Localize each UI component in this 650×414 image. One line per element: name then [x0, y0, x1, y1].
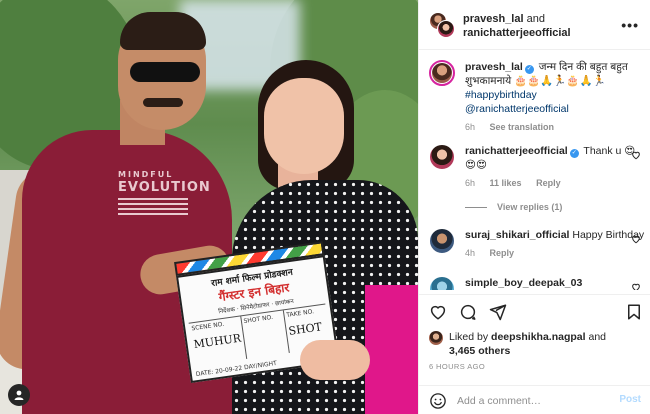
comment-body: ranichatterjeeofficial ✓ Thank u 😍😍😍 6h 1…: [465, 144, 645, 190]
view-replies-label[interactable]: View replies (1): [497, 200, 562, 214]
avatar[interactable]: [429, 331, 443, 345]
comment-username[interactable]: suraj_shikari_official: [465, 229, 569, 241]
collab-avatars[interactable]: [429, 12, 455, 38]
caption: pravesh_lal ✓ जन्म दिन की बहुत बहुत शुभका…: [429, 60, 645, 134]
verified-badge-icon: ✓: [524, 65, 534, 74]
comment-meta: 6h 11 likes Reply: [465, 176, 645, 190]
caption-username[interactable]: pravesh_lal: [465, 61, 523, 73]
comment-time: 4h: [465, 248, 476, 258]
reply-button[interactable]: Reply: [490, 248, 515, 258]
man-hair: [120, 12, 206, 50]
person-icon-glyph: [14, 390, 24, 400]
author-username[interactable]: pravesh_lal: [463, 13, 524, 25]
sunglasses: [130, 62, 200, 82]
comment-icon[interactable]: [459, 303, 477, 321]
post-actions: [419, 294, 650, 328]
comment-body: suraj_shikari_official Happy Birthday 4h…: [465, 228, 645, 260]
post-comment-button[interactable]: Post: [619, 394, 641, 405]
see-translation-button[interactable]: See translation: [490, 122, 555, 132]
comment-username[interactable]: simple_boy_deepak_03: [465, 277, 582, 289]
avatar[interactable]: [429, 144, 455, 170]
woman-hand: [300, 340, 370, 380]
avatar[interactable]: [429, 60, 455, 86]
authors-conjunction: and: [523, 13, 545, 25]
caption-time: 6h: [465, 122, 476, 132]
comment-username[interactable]: ranichatterjeeofficial: [465, 145, 568, 157]
comments-section: pravesh_lal ✓ जन्म दिन की बहुत बहुत शुभका…: [419, 50, 650, 290]
shirt-print: MINDFUL EVOLUTION: [118, 168, 218, 218]
shirt-stripes: [118, 198, 188, 218]
clapboard-cell: SHOT NO.: [240, 310, 290, 359]
avatar[interactable]: [437, 20, 455, 38]
mention-link[interactable]: @ranichatterjeeofficial: [465, 103, 569, 115]
caption-meta: 6h See translation: [465, 120, 645, 134]
hashtag-link[interactable]: #happybirthday: [465, 89, 537, 101]
likes-others-button[interactable]: 3,465 others: [449, 345, 510, 357]
woman-face: [264, 78, 344, 174]
post-authors: pravesh_lal and ranichatterjeeofficial: [463, 12, 571, 40]
add-comment-bar: Post: [419, 385, 650, 414]
smiley-icon[interactable]: [429, 392, 447, 410]
comment-input[interactable]: [457, 392, 607, 410]
comment-item: simple_boy_deepak_03: [429, 276, 645, 290]
likes-conjunction: and: [585, 331, 606, 343]
author-username[interactable]: ranichatterjeeofficial: [463, 27, 571, 39]
verified-badge-icon: ✓: [569, 149, 579, 158]
clapboard-col-label: SHOT NO.: [243, 313, 274, 325]
liker-username[interactable]: deepshikha.nagpal: [491, 331, 586, 343]
comment-likes-button[interactable]: 11 likes: [490, 178, 522, 188]
heart-icon[interactable]: [429, 303, 447, 321]
send-icon[interactable]: [489, 303, 507, 321]
clapboard-cell: SCENE NO. MUHUR: [188, 316, 247, 367]
reply-button[interactable]: Reply: [536, 178, 561, 188]
likes-prefix: Liked by: [449, 331, 492, 343]
likes-text: Liked by deepshikha.nagpal and 3,465 oth…: [449, 330, 645, 358]
clapboard-handwriting: [245, 326, 283, 331]
post-header: pravesh_lal and ranichatterjeeofficial •…: [419, 0, 650, 50]
shirt-text-big: EVOLUTION: [118, 180, 211, 195]
comment-time: 6h: [465, 178, 476, 188]
post-timestamp[interactable]: 6 HOURS AGO: [429, 362, 485, 371]
caption-body: pravesh_lal ✓ जन्म दिन की बहुत बहुत शुभका…: [465, 60, 645, 134]
view-replies-button[interactable]: View replies (1): [465, 200, 645, 214]
avatar[interactable]: [429, 276, 455, 290]
woman-pink-dupatta: [365, 285, 418, 414]
clapboard-handwriting: MUHUR: [192, 331, 242, 352]
clapboard-handwriting: SHOT: [287, 320, 323, 338]
comment-meta: 4h Reply: [465, 246, 645, 260]
post-side-panel: pravesh_lal and ranichatterjeeofficial •…: [418, 0, 650, 414]
person-icon[interactable]: [8, 384, 30, 406]
likes-summary: Liked by deepshikha.nagpal and 3,465 oth…: [429, 330, 645, 358]
heart-icon[interactable]: [631, 234, 641, 244]
clapboard-col-label: TAKE NO.: [285, 308, 315, 319]
heart-icon[interactable]: [631, 282, 641, 290]
more-horizontal-icon[interactable]: •••: [621, 17, 639, 33]
comment-body: simple_boy_deepak_03: [465, 276, 645, 290]
clapboard-col-label: SCENE NO.: [191, 320, 225, 333]
replies-divider: [465, 206, 487, 208]
avatar[interactable]: [429, 228, 455, 254]
mustache: [143, 98, 183, 107]
comment-item: ranichatterjeeofficial ✓ Thank u 😍😍😍 6h 1…: [429, 144, 645, 214]
comment-item: suraj_shikari_official Happy Birthday 4h…: [429, 228, 645, 260]
bookmark-icon[interactable]: [625, 303, 643, 321]
post-photo[interactable]: MINDFUL EVOLUTION राम शर्मा फिल्म प्रोडक…: [0, 0, 418, 414]
heart-icon[interactable]: [631, 150, 641, 160]
